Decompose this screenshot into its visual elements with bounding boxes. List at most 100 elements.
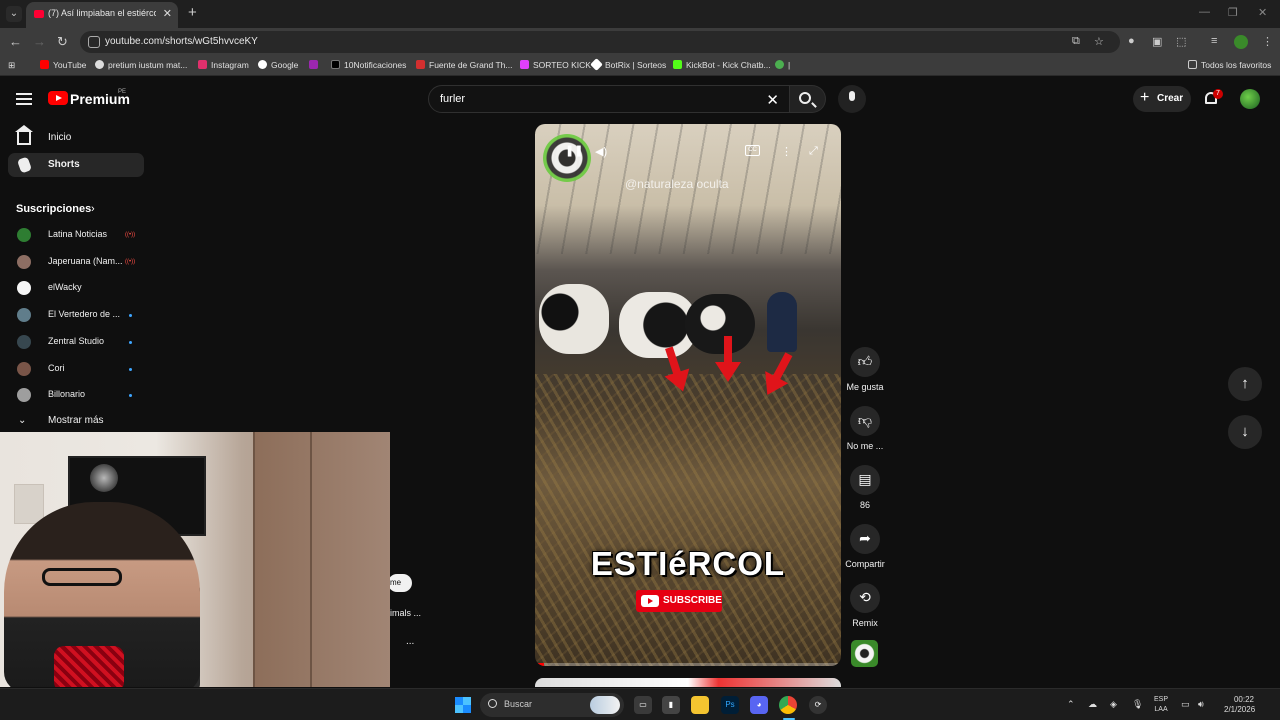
comments-action[interactable]: ▤ 86 [840,465,890,510]
bookmark-botrix[interactable]: BotRix | Sorteos [590,58,666,71]
search-input[interactable]: furler ✕ [428,85,790,113]
account-avatar[interactable] [1240,89,1260,109]
sidebar-item-inicio[interactable]: Inicio [8,125,144,150]
video-progress-fill [535,663,545,666]
bookmark-youtube[interactable]: YouTube [40,60,86,70]
next-short-preview[interactable] [535,678,841,687]
windows-start-icon[interactable] [455,697,471,713]
partial-chip[interactable]: me [388,574,412,592]
extension-icon[interactable]: ▣ [1152,35,1162,48]
volume-icon[interactable]: 🔊︎ [1198,699,1204,710]
taskbar-search[interactable]: Buscar [480,693,624,717]
forward-icon[interactable]: → [33,34,46,49]
menu-icon[interactable] [16,93,32,105]
bookmark-instagram[interactable]: Instagram [198,60,249,70]
dislike-action[interactable]: 👎︎ No me ... [840,406,890,451]
chrome-menu-icon[interactable]: ⋮ [1262,35,1273,48]
network-icon[interactable]: ▭ [1181,699,1190,710]
volume-icon[interactable]: ◀) [595,145,607,158]
app-icon[interactable]: ⟳ [809,696,827,714]
subscription-item[interactable]: Japeruana (Nam... ((•)) [8,250,144,274]
subscription-item[interactable]: Latina Noticias ((•)) [8,223,144,247]
subscription-item[interactable]: Cori [8,357,144,381]
photoshop-icon[interactable]: Ps [721,696,739,714]
chevron-right-icon[interactable]: › [91,203,95,215]
create-button[interactable]: + Crear [1133,86,1191,112]
fullscreen-icon[interactable]: ⤢ [809,145,818,158]
reload-icon[interactable]: ↻ [57,34,68,50]
minimize-icon[interactable]: — [1199,6,1210,18]
new-content-dot [129,314,132,317]
subscription-item[interactable]: Zentral Studio [8,330,144,354]
extension-icon[interactable]: ● [1128,35,1135,47]
app-icon[interactable]: ▮ [662,696,680,714]
site-info-icon[interactable] [88,36,100,48]
install-app-icon[interactable]: ⧉ [1072,35,1080,48]
remix-button[interactable]: ⟲ [850,583,880,613]
all-bookmarks[interactable]: Todos los favoritos [1188,60,1271,70]
bookmark-x[interactable]: 10Notificaciones [331,60,406,70]
apps-grid-icon[interactable]: ⊞ [8,60,15,71]
discord-icon[interactable]: ◕ [750,696,768,714]
share-action[interactable]: ➦ Compartir [840,524,890,569]
maximize-icon[interactable]: ❐ [1228,6,1238,19]
bookmark-google[interactable]: Google [258,60,298,70]
back-icon[interactable]: ← [9,34,22,49]
subscription-item[interactable]: Billonario [8,383,144,407]
bookmark-slack[interactable] [309,60,322,70]
youtube-logo-icon[interactable] [48,91,68,105]
shorts-video-player[interactable]: ❚❚ ◀) CC ⋮ ⤢ @naturaleza oculta ESTIéRCO… [535,124,841,666]
chrome-icon[interactable] [779,696,797,714]
bookmark-kickbot[interactable]: KickBot - Kick Chatb... [673,60,771,70]
pause-icon[interactable]: ❚❚ [565,144,583,157]
microphone-tray-icon[interactable]: 🎙︎ [1132,699,1143,710]
voice-search-button[interactable] [838,85,866,113]
comments-button[interactable]: ▤ [850,465,880,495]
close-tab-icon[interactable]: ✕ [163,7,172,20]
clear-search-icon[interactable]: ✕ [766,91,779,109]
new-tab-icon[interactable]: + [188,4,197,21]
remix-action[interactable]: ⟲ Remix [840,583,890,628]
file-explorer-icon[interactable] [691,696,709,714]
chevron-down-icon[interactable]: ⌄ [18,415,26,426]
video-progress-bar[interactable] [535,663,841,666]
profile-avatar[interactable] [1234,35,1248,49]
sidebar-item-shorts[interactable]: Shorts [8,153,144,177]
like-button[interactable]: 👍︎ [850,347,880,377]
browser-tab[interactable]: (7) Así limpiaban el estiércol de ✕ [26,2,178,28]
tray-app-icon[interactable]: ◈ [1110,699,1117,710]
more-options-icon[interactable]: ... [406,636,414,647]
bookmark-grand-theft[interactable]: Fuente de Grand Th... [416,60,512,70]
subscription-item[interactable]: El Vertedero de ... [8,303,144,327]
captions-icon[interactable]: CC [745,145,760,156]
share-button[interactable]: ➦ [850,524,880,554]
bookmark-extra[interactable]: | [775,60,790,70]
close-window-icon[interactable]: ✕ [1258,6,1267,19]
bookmark-label: pretium iustum mat... [108,60,188,70]
task-view-icon[interactable]: ▭ [634,696,652,714]
next-short-button[interactable]: ↓ [1228,415,1262,449]
extensions-puzzle-icon[interactable]: ⬚ [1176,35,1186,48]
taskbar-clock[interactable]: 00:22 2/1/2026 [1224,695,1255,715]
tab-search-icon[interactable]: ⌄ [6,6,22,22]
remix-icon: ⟲ [859,589,871,605]
dislike-button[interactable]: 👎︎ [850,406,880,436]
bookmark-star-icon[interactable]: ☆ [1094,35,1104,48]
search-button[interactable] [790,85,826,113]
reading-list-icon[interactable]: ≡ [1211,35,1217,47]
show-more-button[interactable]: Mostrar más [48,415,104,426]
subscriptions-heading[interactable]: Suscripciones [16,203,91,215]
sound-source-avatar[interactable] [851,640,878,667]
more-options-icon[interactable]: ⋮ [781,145,792,158]
language-indicator[interactable]: ESP LAA [1154,695,1168,715]
tray-overflow-icon[interactable]: ⌃ [1067,699,1075,710]
address-bar[interactable]: youtube.com/shorts/wGt5hvvceKY [80,31,1120,53]
bookmark-pretium[interactable]: pretium iustum mat... [95,60,187,70]
search-highlight-icon [590,696,620,714]
previous-short-button[interactable]: ↑ [1228,367,1262,401]
search-value: furler [440,93,466,105]
subscription-item[interactable]: elWacky [8,276,144,300]
tray-app-icon[interactable]: ☁ [1088,699,1097,710]
like-action[interactable]: 👍︎ Me gusta [840,347,890,392]
bookmark-sorteo-kick[interactable]: SORTEO KICK [520,60,591,70]
